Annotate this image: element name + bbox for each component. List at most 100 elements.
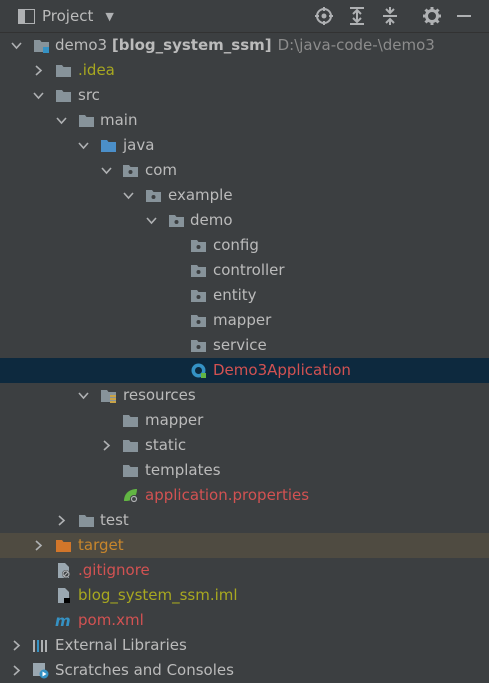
chevron-down-icon[interactable] — [77, 139, 90, 152]
tree-row-iml[interactable]: blog_system_ssm.iml — [0, 583, 489, 608]
tree-label-scratches: Scratches and Consoles — [55, 661, 234, 679]
tree-label-external-libraries: External Libraries — [55, 636, 187, 654]
chevron-right-icon[interactable] — [32, 64, 45, 77]
module-file-icon — [55, 587, 72, 604]
package-icon — [168, 212, 185, 229]
chevron-down-icon[interactable] — [122, 189, 135, 202]
root-path: D:\java-code-\demo3 — [277, 36, 435, 54]
tree-row-test[interactable]: test — [0, 508, 489, 533]
collapse-all-icon[interactable] — [380, 6, 400, 26]
spring-properties-icon — [122, 487, 139, 504]
spring-boot-class-icon — [190, 362, 207, 379]
folder-icon — [78, 512, 95, 529]
tree-row-gitignore[interactable]: .gitignore — [0, 558, 489, 583]
tree-row-service[interactable]: service — [0, 333, 489, 358]
tree-row-java[interactable]: java — [0, 133, 489, 158]
chevron-right-icon[interactable] — [10, 639, 23, 652]
resources-folder-icon — [100, 387, 117, 404]
folder-icon — [55, 87, 72, 104]
tree-row-main[interactable]: main — [0, 108, 489, 133]
tree-row-resources[interactable]: resources — [0, 383, 489, 408]
tree-row-external-libraries[interactable]: External Libraries — [0, 633, 489, 658]
tree-label-controller: controller — [213, 261, 285, 279]
settings-icon[interactable] — [422, 6, 442, 26]
library-icon — [32, 637, 49, 654]
tree-row-target[interactable]: target — [0, 533, 489, 558]
project-tool-window-header: Project ▼ — [0, 0, 489, 33]
tree-label-target: target — [78, 536, 124, 554]
chevron-down-icon[interactable] — [145, 214, 158, 227]
tree-row-entity[interactable]: entity — [0, 283, 489, 308]
maven-icon: m — [55, 612, 72, 629]
package-icon — [190, 312, 207, 329]
tree-row-com[interactable]: com — [0, 158, 489, 183]
tree-row-static[interactable]: static — [0, 433, 489, 458]
folder-icon — [55, 62, 72, 79]
tree-row-idea[interactable]: .idea — [0, 58, 489, 83]
chevron-down-icon[interactable]: ▼ — [105, 10, 113, 23]
package-icon — [190, 287, 207, 304]
tree-label-service: service — [213, 336, 267, 354]
tree-label-application-properties: application.properties — [145, 486, 310, 504]
tree-row-demo3application[interactable]: Demo3Application — [0, 358, 489, 383]
tree-label-main: main — [100, 111, 138, 129]
chevron-right-icon[interactable] — [10, 664, 23, 677]
package-icon — [190, 337, 207, 354]
tree-label-demo: demo — [190, 211, 233, 229]
tree-label-mapper: mapper — [213, 311, 272, 329]
chevron-down-icon[interactable] — [100, 164, 113, 177]
tree-row-src[interactable]: src — [0, 83, 489, 108]
tree-row-controller[interactable]: controller — [0, 258, 489, 283]
tree-label-com: com — [145, 161, 178, 179]
tree-label-gitignore: .gitignore — [78, 561, 150, 579]
tree-row-res-mapper[interactable]: mapper — [0, 408, 489, 433]
tree-label-res-mapper: mapper — [145, 411, 204, 429]
chevron-right-icon[interactable] — [32, 539, 45, 552]
root-name: demo3 — [55, 36, 108, 54]
tree-row-demo3[interactable]: demo3 [blog_system_ssm] D:\java-code-\dem… — [0, 33, 489, 58]
tree-row-scratches[interactable]: Scratches and Consoles — [0, 658, 489, 683]
package-icon — [122, 162, 139, 179]
svg-text:m: m — [55, 612, 71, 629]
tree-label-java: java — [123, 136, 155, 154]
tree-row-templates[interactable]: templates — [0, 458, 489, 483]
folder-icon — [122, 412, 139, 429]
expand-all-icon[interactable] — [347, 6, 367, 26]
tree-label-root: demo3 [blog_system_ssm] D:\java-code-\dem… — [55, 35, 435, 56]
tree-label-config: config — [213, 236, 259, 254]
tree-row-config[interactable]: config — [0, 233, 489, 258]
source-folder-icon — [100, 137, 117, 154]
excluded-folder-icon — [55, 537, 72, 554]
gitignore-file-icon — [55, 562, 72, 579]
tree-row-example[interactable]: example — [0, 183, 489, 208]
folder-icon — [78, 112, 95, 129]
tree-label-entity: entity — [213, 286, 257, 304]
tree-label-demo3application: Demo3Application — [213, 361, 351, 379]
locate-icon[interactable] — [314, 6, 334, 26]
chevron-right-icon[interactable] — [55, 514, 68, 527]
folder-icon — [122, 437, 139, 454]
chevron-down-icon[interactable] — [32, 89, 45, 102]
module-folder-icon — [33, 37, 50, 54]
chevron-down-icon[interactable] — [55, 114, 68, 127]
folder-icon — [122, 462, 139, 479]
tree-row-demo[interactable]: demo — [0, 208, 489, 233]
tree-label-example: example — [168, 186, 233, 204]
tree-label-test: test — [100, 511, 129, 529]
tree-label-static: static — [145, 436, 187, 454]
project-icon — [18, 8, 35, 24]
package-icon — [190, 262, 207, 279]
chevron-down-icon[interactable] — [10, 39, 23, 52]
tree-label-idea: .idea — [78, 61, 115, 79]
project-view-selector[interactable]: Project ▼ — [18, 7, 114, 25]
chevron-down-icon[interactable] — [77, 389, 90, 402]
chevron-right-icon[interactable] — [100, 439, 113, 452]
tree-row-mapper[interactable]: mapper — [0, 308, 489, 333]
tree-label-pom: pom.xml — [78, 611, 144, 629]
tree-row-application-properties[interactable]: application.properties — [0, 483, 489, 508]
tree-label-templates: templates — [145, 461, 221, 479]
minimize-icon[interactable] — [454, 6, 474, 26]
tree-label-resources: resources — [123, 386, 196, 404]
root-module: [blog_system_ssm] — [111, 36, 272, 54]
tree-row-pom[interactable]: m pom.xml — [0, 608, 489, 633]
